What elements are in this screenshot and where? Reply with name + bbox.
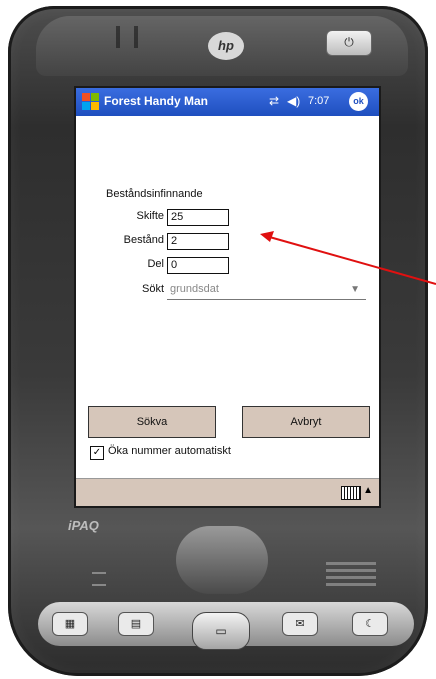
home-button[interactable]: ▭ bbox=[192, 612, 250, 650]
form-heading: Beståndsinfinnande bbox=[106, 188, 203, 200]
phone-hw-button[interactable]: ☾ bbox=[352, 612, 388, 636]
windows-flag-icon[interactable] bbox=[82, 93, 100, 111]
contacts-hw-button[interactable]: ▤ bbox=[118, 612, 154, 636]
bestand-label: Bestånd bbox=[123, 234, 164, 246]
power-button[interactable]: ⏻ bbox=[326, 30, 372, 56]
sokt-label: Sökt bbox=[141, 283, 164, 295]
clock[interactable]: 7:07 bbox=[308, 95, 329, 107]
input-menu-arrow-icon[interactable]: ▲ bbox=[363, 485, 373, 496]
auto-number-label: Öka nummer automatiskt bbox=[108, 445, 231, 457]
device-screen: Forest Handy Man ⇄ ◀) 7:07 ok Beståndsin… bbox=[74, 86, 381, 508]
cancel-button[interactable]: Avbryt bbox=[242, 406, 370, 438]
search-button[interactable]: Sökva bbox=[88, 406, 216, 438]
pda-device: hp ⏻ Forest Handy Man ⇄ ◀) 7:07 ok Bestå… bbox=[8, 6, 428, 676]
volume-icon[interactable]: ◀) bbox=[287, 94, 300, 108]
auto-number-checkbox[interactable]: ✓ bbox=[90, 446, 104, 460]
hp-logo: hp bbox=[208, 32, 244, 60]
skifte-field[interactable]: 25 bbox=[167, 209, 229, 226]
menu-bar: ▲ bbox=[76, 478, 379, 506]
connectivity-icon[interactable]: ⇄ bbox=[269, 94, 279, 108]
ok-button[interactable]: ok bbox=[349, 92, 368, 111]
ir-port bbox=[116, 26, 138, 48]
sokt-select[interactable]: grundsdat ▼ bbox=[167, 282, 366, 300]
del-field[interactable]: 0 bbox=[167, 257, 229, 274]
sokt-select-value: grundsdat bbox=[170, 283, 219, 295]
app-title: Forest Handy Man bbox=[104, 94, 209, 108]
chevron-down-icon[interactable]: ▼ bbox=[350, 282, 360, 297]
speaker-grille bbox=[326, 562, 376, 590]
skifte-label: Skifte bbox=[136, 210, 164, 222]
ipaq-logo: iPAQ bbox=[68, 518, 99, 533]
title-bar: Forest Handy Man ⇄ ◀) 7:07 ok bbox=[76, 88, 379, 116]
calendar-hw-button[interactable]: ▦ bbox=[52, 612, 88, 636]
mail-hw-button[interactable]: ✉ bbox=[282, 612, 318, 636]
keyboard-icon[interactable] bbox=[341, 486, 361, 500]
microphone-grille bbox=[92, 572, 106, 586]
navigation-pad[interactable] bbox=[176, 526, 268, 594]
bestand-field[interactable]: 2 bbox=[167, 233, 229, 250]
del-label: Del bbox=[147, 258, 164, 270]
